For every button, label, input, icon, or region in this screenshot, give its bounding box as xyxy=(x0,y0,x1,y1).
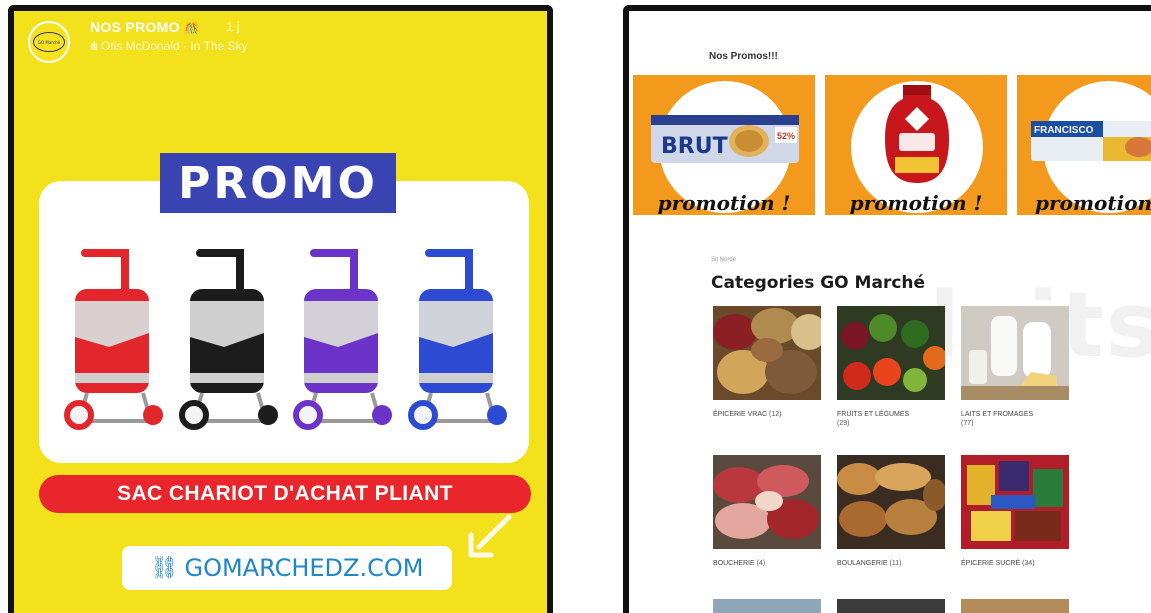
brut-biscuit-pack-image: 52% BRUT xyxy=(651,115,799,163)
category-card-partial[interactable] xyxy=(837,599,947,613)
trolley-bag-4 xyxy=(407,249,507,430)
category-image-sweets xyxy=(961,455,1069,549)
francisco-tuna-pack-image: FRANCISCO xyxy=(1031,121,1151,161)
category-card-epicerie-sucre[interactable]: ÉPICERIE SUCRÉ (34) xyxy=(961,455,1071,568)
promo-tile-brut[interactable]: 52% BRUT promotion ! xyxy=(633,75,815,215)
category-count: (34) xyxy=(1022,560,1035,567)
product-image-card xyxy=(39,181,529,463)
profile-avatar[interactable]: GO Marché xyxy=(28,21,70,63)
francisco-logo-text: FRANCISCO xyxy=(1034,125,1094,136)
category-card-fruits-legumes[interactable]: FRUITS ET LÉGUMES (29) xyxy=(837,306,947,428)
website-screenshot-panel: Nos Promos!!! 52% BRUT promotion ! promo… xyxy=(623,5,1151,613)
arrow-down-left-icon xyxy=(468,514,512,558)
shopping-trolley-bags-image xyxy=(57,245,511,435)
story-music-label[interactable]: ılı Otis McDonald · In The Sky xyxy=(90,39,248,53)
story-account-name[interactable]: NOS PROMO 🎊 xyxy=(90,19,199,35)
category-card-boulangerie[interactable]: BOULANGERIE (11) xyxy=(837,455,947,568)
brut-logo-text: BRUT xyxy=(661,134,728,159)
music-bars-icon: ılı xyxy=(90,39,98,53)
category-name: ÉPICERIE SUCRÉ xyxy=(961,560,1021,567)
go-marche-logo: GO Marché xyxy=(33,32,65,52)
ketchup-bottle-image xyxy=(885,85,949,183)
category-name: ÉPICERIE VRAC xyxy=(713,411,768,418)
music-track: Otis McDonald · In The Sky xyxy=(101,39,248,53)
categories-eyebrow: Sit Nordé xyxy=(711,257,737,263)
category-name: BOUCHERIE xyxy=(713,560,755,567)
instagram-story-panel: GO Marché NOS PROMO 🎊 1 j ılı Otis McDona… xyxy=(8,5,553,613)
promo-badge: PROMO xyxy=(160,153,396,213)
promo-tile-francisco[interactable]: FRANCISCO promotion xyxy=(1017,75,1151,215)
category-image-drinks xyxy=(713,599,821,613)
category-card-partial[interactable] xyxy=(713,599,823,613)
story-title-text: NOS PROMO xyxy=(90,19,180,35)
category-card-laits-fromages[interactable]: LAITS ET FROMAGES (77) xyxy=(961,306,1071,428)
category-name: FRUITS ET LÉGUMES xyxy=(837,411,910,418)
category-count: (11) xyxy=(889,560,902,567)
website-url: GOMARCHEDZ.COM xyxy=(184,554,424,582)
category-image-meat xyxy=(713,455,821,549)
category-card-boucherie[interactable]: BOUCHERIE (4) xyxy=(713,455,823,568)
website-link-sticker[interactable]: ⛓ GOMARCHEDZ.COM xyxy=(122,546,452,590)
category-image-fruits-vegetables xyxy=(837,306,945,400)
categories-heading: Categories GO Marché xyxy=(711,273,926,293)
category-image-partial xyxy=(961,599,1069,613)
svg-text:52%: 52% xyxy=(777,131,795,141)
category-count: (29) xyxy=(837,420,850,427)
party-popper-icon: 🎊 xyxy=(184,21,200,35)
promo-tile-ketchup[interactable]: promotion ! xyxy=(825,75,1007,215)
category-count: (77) xyxy=(961,420,974,427)
story-timestamp: 1 j xyxy=(226,19,240,34)
category-count: (4) xyxy=(756,560,766,567)
link-icon: ⛓ xyxy=(150,555,179,581)
promotion-label: promotion xyxy=(1035,191,1151,215)
category-image-bread xyxy=(837,455,945,549)
category-image-partial xyxy=(837,599,945,613)
category-card-partial[interactable] xyxy=(961,599,1071,613)
category-card-epicerie-vrac[interactable]: ÉPICERIE VRAC (12) xyxy=(713,306,823,419)
category-name: BOULANGERIE xyxy=(837,560,888,567)
category-name: LAITS ET FROMAGES xyxy=(961,411,1034,418)
category-count: (12) xyxy=(769,411,782,418)
trolley-bag-3 xyxy=(293,249,393,430)
promos-heading: Nos Promos!!! xyxy=(709,51,778,62)
story-header: GO Marché NOS PROMO 🎊 1 j ılı Otis McDona… xyxy=(28,19,537,63)
category-image-dairy xyxy=(961,306,1069,400)
product-name-ribbon: SAC CHARIOT D'ACHAT PLIANT xyxy=(39,475,531,513)
promotion-label: promotion ! xyxy=(849,191,983,215)
promotion-label: promotion ! xyxy=(657,191,791,215)
trolley-bag-1 xyxy=(64,249,163,430)
trolley-bag-2 xyxy=(178,249,278,430)
category-image-bulk-grains xyxy=(713,306,821,400)
